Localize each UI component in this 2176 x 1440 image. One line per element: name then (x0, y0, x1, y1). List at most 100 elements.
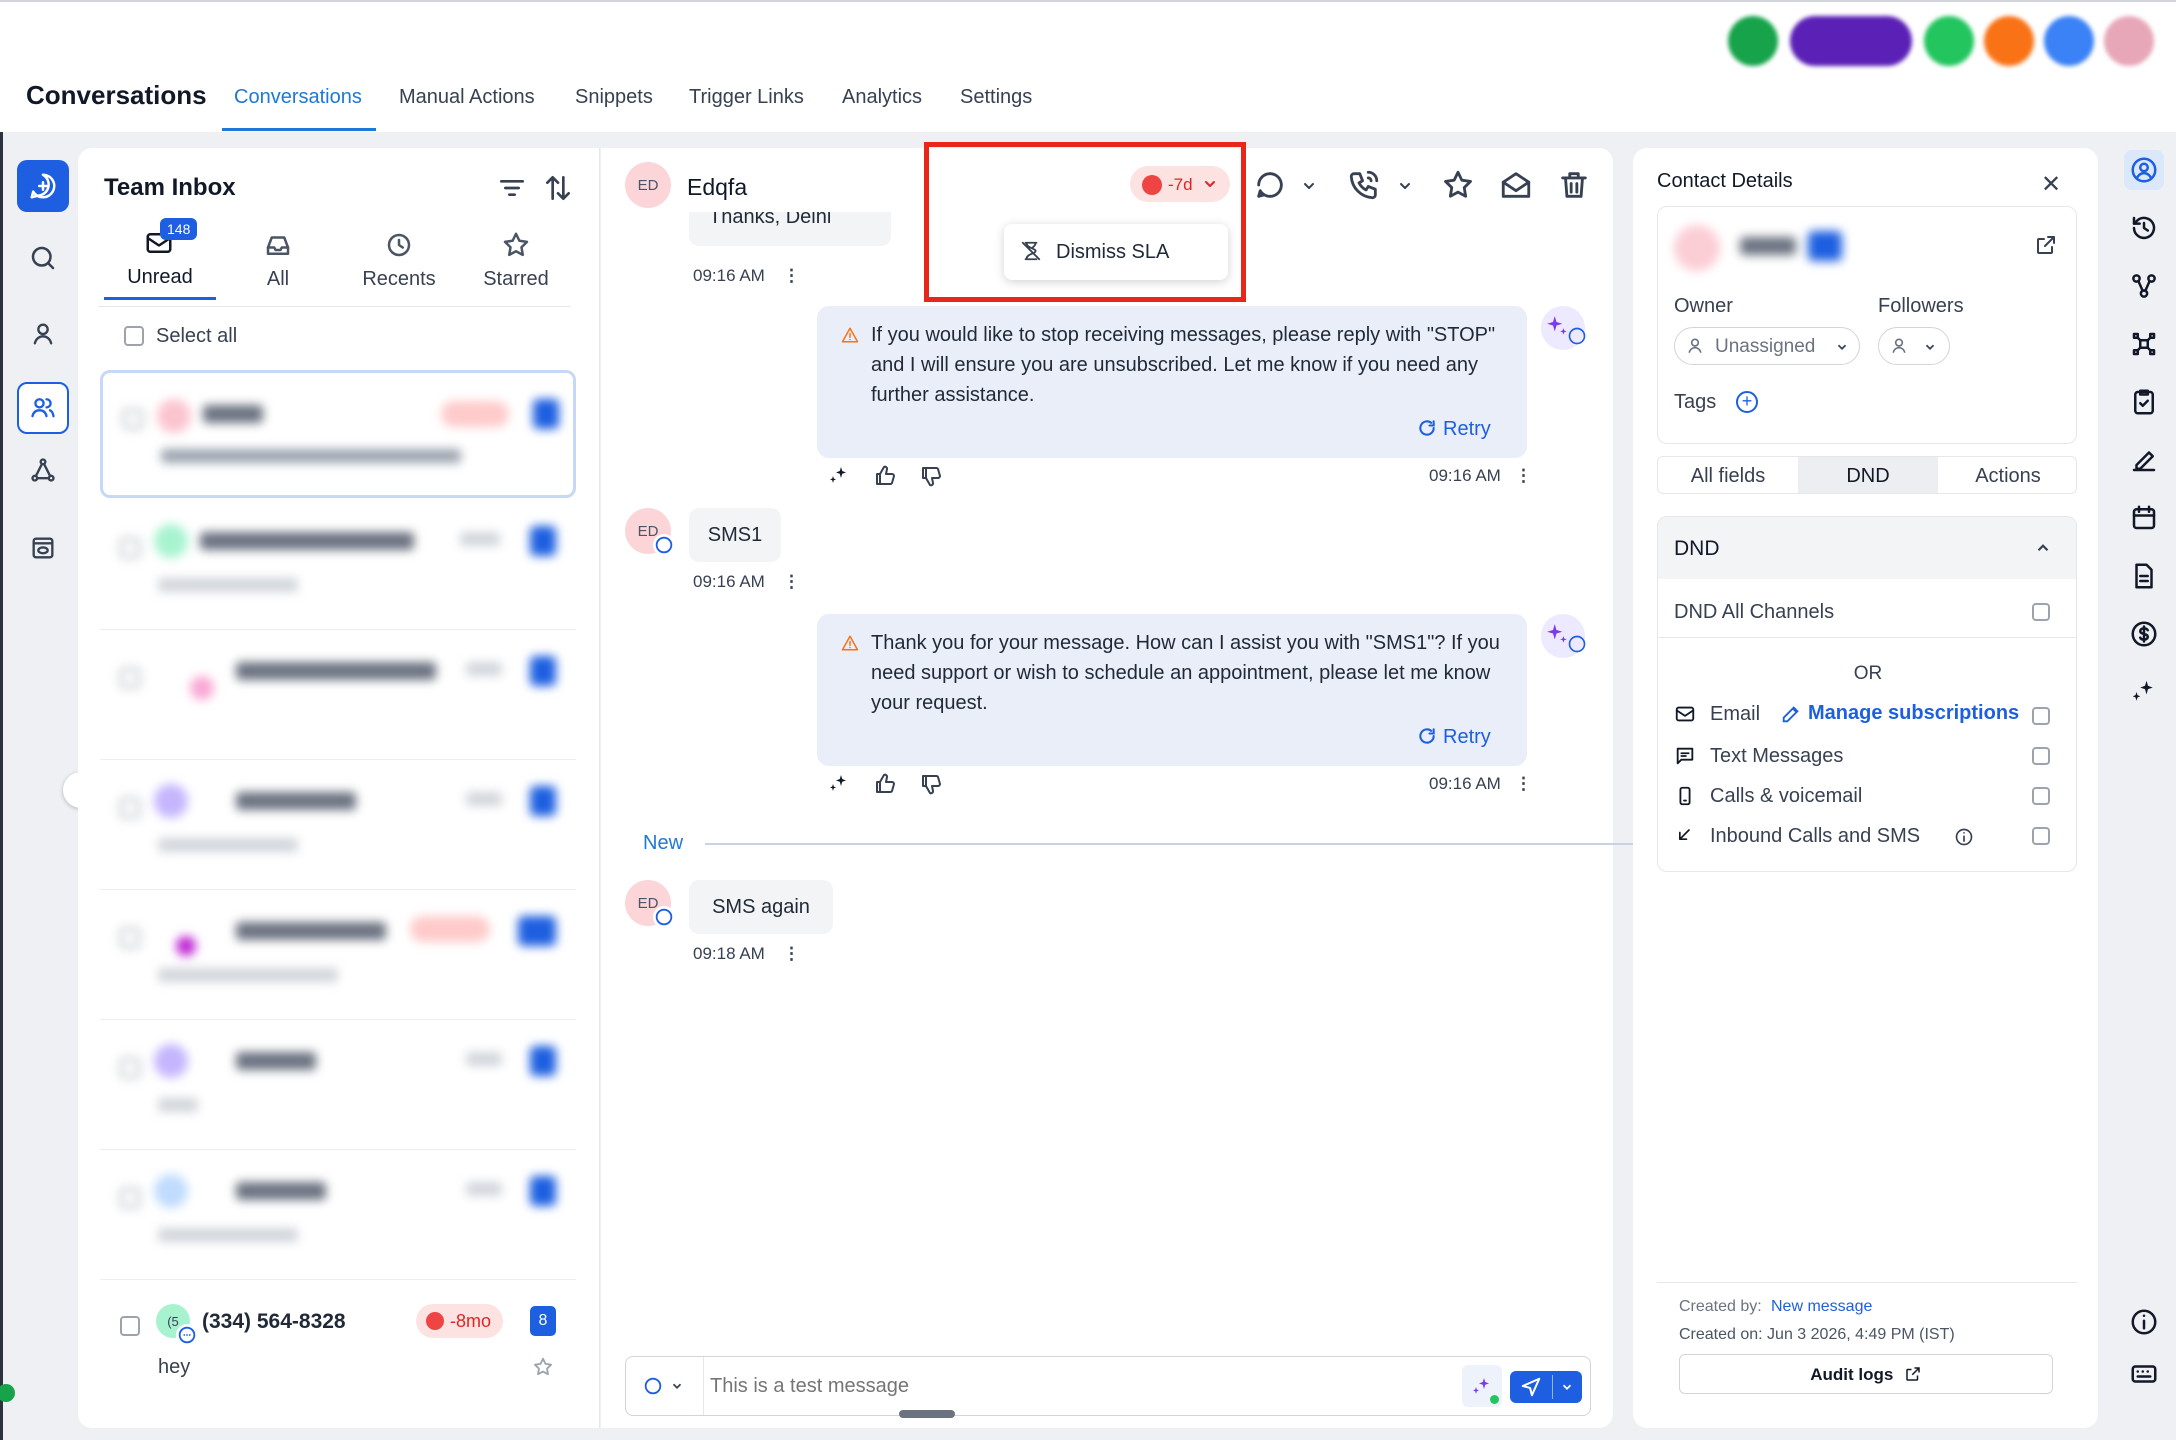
keyboard-icon[interactable] (2124, 1354, 2164, 1394)
conversation-item[interactable] (100, 502, 576, 630)
channel-selector[interactable] (626, 1357, 704, 1415)
tab-settings[interactable]: Settings (960, 86, 1032, 109)
inbound-dnd-checkbox[interactable] (2032, 827, 2050, 845)
owner-label: Owner (1674, 295, 1733, 317)
tab-recents[interactable]: Recents (344, 218, 454, 300)
dnd-header[interactable]: DND (1658, 517, 2076, 579)
conversation-item[interactable] (100, 892, 576, 1020)
message-input[interactable] (710, 1367, 1450, 1405)
email-dnd-checkbox[interactable] (2032, 707, 2050, 725)
contact-avatar: ED (625, 162, 671, 208)
notifications-icon[interactable] (1924, 16, 1974, 66)
payments-icon[interactable] (2124, 614, 2164, 654)
tab-snippets[interactable]: Snippets (575, 86, 653, 109)
ask-ai-button[interactable] (1790, 16, 1912, 66)
conversation-item[interactable]: (5 (334) 564-8328 -8mo 8 hey (100, 1282, 576, 1410)
phone-icon[interactable] (1728, 16, 1778, 66)
conversation-item[interactable] (100, 632, 576, 760)
top-header: Conversations Conversations Manual Actio… (0, 0, 2176, 132)
retry-button[interactable]: Retry (1419, 722, 1491, 752)
trash-icon[interactable] (1557, 168, 1591, 202)
info-icon[interactable] (1954, 827, 1974, 847)
info-icon[interactable] (2124, 1302, 2164, 1342)
highlight-box (924, 142, 1246, 302)
conversation-item[interactable] (100, 1022, 576, 1150)
thumbs-down-icon[interactable] (919, 464, 943, 488)
tab-actions[interactable]: Actions (1938, 457, 2076, 493)
sms-icon (1674, 745, 1696, 767)
history-icon[interactable] (2124, 208, 2164, 248)
calendar-icon[interactable] (2124, 498, 2164, 538)
calls-dnd-checkbox[interactable] (2032, 787, 2050, 805)
message-menu-icon[interactable]: ⋮ (783, 944, 800, 964)
followers-select[interactable] (1878, 327, 1950, 365)
conversation-item[interactable] (100, 1152, 576, 1280)
filter-icon[interactable] (496, 172, 528, 204)
select-all-checkbox[interactable] (124, 326, 144, 346)
updates-icon[interactable] (1984, 16, 2034, 66)
owner-select[interactable]: Unassigned (1674, 327, 1860, 365)
mark-read-icon[interactable] (1499, 168, 1533, 202)
message-menu-icon[interactable]: ⋮ (783, 572, 800, 592)
thumbs-down-icon[interactable] (919, 772, 943, 796)
help-icon[interactable] (2044, 16, 2094, 66)
call-icon[interactable] (1347, 168, 1381, 202)
thumbs-up-icon[interactable] (873, 464, 897, 488)
chevron-down-icon[interactable] (1397, 178, 1413, 194)
message-menu-icon[interactable]: ⋮ (1515, 774, 1532, 794)
ai-sparkle-icon[interactable] (2124, 672, 2164, 712)
text-dnd-checkbox[interactable] (2032, 747, 2050, 765)
external-link-icon[interactable] (2034, 233, 2058, 257)
tab-all[interactable]: All (238, 218, 318, 300)
sort-icon[interactable] (542, 172, 574, 204)
tab-unread[interactable]: 148 Unread (104, 218, 216, 300)
message-menu-icon[interactable]: ⋮ (1515, 466, 1532, 486)
add-tag-icon[interactable]: + (1736, 391, 1758, 413)
contact-tabs: All fields DND Actions (1657, 456, 2077, 494)
created-on-text: Created on: Jun 3 2026, 4:49 PM (IST) (1679, 1326, 1955, 1343)
right-rail (2110, 132, 2176, 1440)
conversation-item[interactable] (100, 370, 576, 498)
integrations-icon[interactable] (2124, 324, 2164, 364)
resize-handle[interactable] (899, 1410, 955, 1418)
dnd-all-checkbox[interactable] (2032, 603, 2050, 621)
search-icon[interactable] (17, 232, 69, 284)
conversation-item[interactable] (100, 762, 576, 890)
item-checkbox[interactable] (120, 1316, 140, 1336)
audit-logs-button[interactable]: Audit logs (1679, 1354, 2053, 1394)
tab-all-fields[interactable]: All fields (1658, 457, 1798, 493)
message-menu-icon[interactable]: ⋮ (783, 266, 800, 286)
thumbs-up-icon[interactable] (873, 772, 897, 796)
created-by-link[interactable]: New message (1771, 1298, 1872, 1316)
preview-icon[interactable] (17, 522, 69, 574)
send-button[interactable] (1510, 1371, 1582, 1403)
pipeline-icon[interactable] (2124, 266, 2164, 306)
new-chat-icon[interactable] (17, 160, 69, 212)
user-avatar[interactable] (2104, 16, 2154, 66)
team-inbox-icon[interactable] (17, 382, 69, 434)
close-icon[interactable]: ✕ (2041, 170, 2061, 199)
ai-sparkle-icon[interactable] (827, 464, 851, 488)
message-bubble: Thanks, Delhi (689, 212, 891, 246)
tab-conversations[interactable]: Conversations (234, 86, 362, 109)
tab-manual-actions[interactable]: Manual Actions (399, 86, 535, 109)
app-title: Conversations (26, 80, 207, 110)
star-icon[interactable] (1441, 168, 1475, 202)
inbox-panel: Team Inbox 148 Unread All Recents Starre… (78, 148, 600, 1428)
tab-dnd[interactable]: DND (1798, 457, 1938, 493)
tab-analytics[interactable]: Analytics (842, 86, 922, 109)
contact-icon[interactable] (17, 308, 69, 360)
ai-assist-icon[interactable] (1462, 1365, 1502, 1407)
contact-icon[interactable] (2124, 150, 2164, 190)
chevron-down-icon[interactable] (1301, 178, 1317, 194)
workflow-icon[interactable] (17, 444, 69, 496)
document-icon[interactable] (2124, 556, 2164, 596)
notes-pen-icon[interactable] (2124, 440, 2164, 480)
tab-trigger-links[interactable]: Trigger Links (689, 86, 804, 109)
item-star-icon[interactable] (532, 1356, 554, 1378)
tasks-icon[interactable] (2124, 382, 2164, 422)
ai-sparkle-icon[interactable] (827, 772, 851, 796)
chat-type-icon[interactable] (1253, 168, 1287, 202)
retry-button[interactable]: Retry (1419, 414, 1491, 444)
tab-starred[interactable]: Starred (464, 218, 568, 300)
